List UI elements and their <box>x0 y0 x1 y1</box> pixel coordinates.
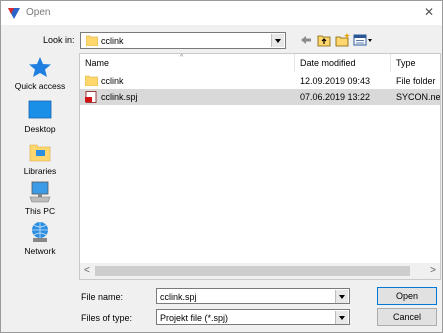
window-title: Open <box>26 7 51 18</box>
desktop-icon <box>28 100 52 119</box>
file-type: SYCON.ne <box>396 92 441 102</box>
column-header-name[interactable]: Name <box>80 54 295 72</box>
place-libraries[interactable]: Libraries <box>9 141 71 181</box>
look-in-combo[interactable]: cclink <box>80 32 286 49</box>
look-in-label: Look in: <box>43 35 75 45</box>
star-icon <box>29 57 51 77</box>
place-this-pc[interactable]: This PC <box>9 181 71 221</box>
place-network[interactable]: Network <box>9 221 71 261</box>
open-button[interactable]: Open <box>377 287 437 305</box>
horizontal-scrollbar[interactable]: < > <box>80 263 440 279</box>
list-item[interactable]: cclink.spj 07.06.2019 13:22 SYCON.ne <box>80 89 441 105</box>
chevron-down-icon[interactable] <box>335 311 348 324</box>
cancel-button[interactable]: Cancel <box>377 308 437 326</box>
file-list[interactable]: ^ Name Date modified Type cclink 12.09.2… <box>79 53 441 280</box>
open-dialog: Open ✕ Look in: cclink Quick access Desk… <box>0 0 443 333</box>
libraries-icon <box>29 144 51 162</box>
spj-file-icon <box>85 91 97 103</box>
back-arrow-icon[interactable] <box>299 32 313 48</box>
file-name-label: File name: <box>81 292 124 302</box>
new-folder-icon[interactable] <box>335 32 351 48</box>
place-label: Libraries <box>23 166 57 176</box>
file-name: cclink <box>101 76 124 86</box>
file-type: File folder <box>396 76 436 86</box>
places-bar: Quick access Desktop Libraries This PC N… <box>9 56 71 266</box>
folder-icon <box>86 35 98 46</box>
up-folder-icon[interactable] <box>317 32 331 48</box>
place-label: This PC <box>24 206 56 216</box>
look-in-value: cclink <box>101 36 124 46</box>
network-icon <box>32 222 48 242</box>
file-date: 07.06.2019 13:22 <box>300 92 371 102</box>
computer-icon <box>29 181 51 203</box>
place-desktop[interactable]: Desktop <box>9 99 71 139</box>
column-header-type[interactable]: Type <box>391 54 440 72</box>
close-button[interactable]: ✕ <box>422 5 436 19</box>
title-bar: Open ✕ <box>1 1 442 25</box>
view-menu-icon[interactable] <box>353 32 375 48</box>
file-type-select[interactable]: Projekt file (*.spj) <box>156 309 350 325</box>
place-label: Network <box>24 246 56 256</box>
file-name: cclink.spj <box>101 92 138 102</box>
column-header-date[interactable]: Date modified <box>295 54 391 72</box>
chevron-down-icon[interactable] <box>335 290 348 303</box>
chevron-down-icon[interactable] <box>271 34 284 47</box>
scroll-right-icon[interactable]: > <box>430 265 436 276</box>
scroll-left-icon[interactable]: < <box>84 265 90 276</box>
place-label: Quick access <box>14 81 66 91</box>
folder-icon <box>85 75 98 86</box>
list-item[interactable]: cclink 12.09.2019 09:43 File folder <box>80 73 440 89</box>
app-icon <box>8 8 20 19</box>
scrollbar-thumb[interactable] <box>95 266 410 276</box>
place-quick-access[interactable]: Quick access <box>9 56 71 96</box>
file-name-input[interactable]: cclink.spj <box>156 288 350 304</box>
file-date: 12.09.2019 09:43 <box>300 76 371 86</box>
file-name-value: cclink.spj <box>160 292 197 302</box>
file-type-value: Projekt file (*.spj) <box>160 313 229 323</box>
file-type-label: Files of type: <box>81 313 133 323</box>
place-label: Desktop <box>24 124 56 134</box>
